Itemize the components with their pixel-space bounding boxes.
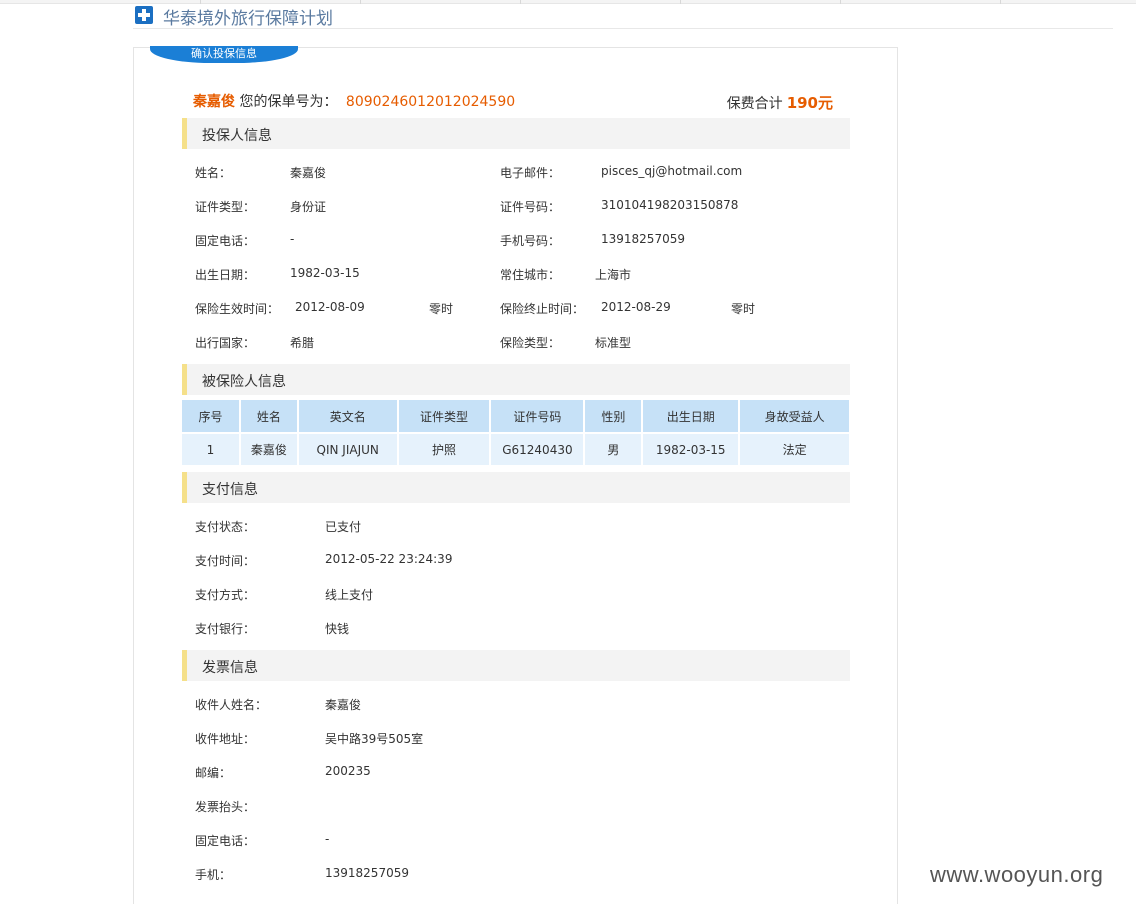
col-header: 英文名 [297, 400, 399, 433]
travel-country-label: 出行国家： [195, 336, 256, 350]
applicant-name: 秦嘉俊 [290, 166, 327, 180]
pay-bank-label: 支付银行： [195, 622, 256, 636]
table-cell: 秦嘉俊 [239, 432, 299, 465]
policy-number-line: 秦嘉俊 您的保单号为： 8090246012012024590 [193, 91, 515, 111]
applicant-idtype: 身份证 [290, 200, 327, 214]
premium-total-label: 保费合计 [726, 96, 783, 112]
section-payment: 支付信息 [182, 472, 850, 503]
medical-plus-icon [135, 6, 153, 24]
applicant-idno: 310104198203150878 [601, 198, 739, 212]
tab-confirm-info[interactable]: 确认投保信息 [150, 46, 298, 63]
policy-no-label: 您的保单号为： [239, 94, 338, 110]
premium-total-amount: 190元 [786, 94, 833, 112]
section-payment-title: 支付信息 [202, 482, 258, 498]
applicant-email: pisces_qj@hotmail.com [601, 164, 743, 178]
insurance-end: 2012-08-29 [601, 300, 671, 314]
pay-method: 线上支付 [325, 588, 374, 602]
invoice-address-label: 收件地址： [195, 732, 256, 746]
section-invoice: 发票信息 [182, 650, 850, 681]
applicant-name-label: 姓名： [195, 166, 232, 180]
table-cell: 男 [584, 432, 644, 465]
invoice-address: 吴中路39号505室 [325, 732, 424, 746]
applicant-city: 上海市 [595, 268, 632, 282]
invoice-mobile-label: 手机： [195, 868, 232, 882]
section-applicant: 投保人信息 [182, 118, 850, 149]
applicant-phone-label: 固定电话： [195, 234, 256, 248]
col-header: 性别 [584, 400, 644, 433]
invoice-title-label: 发票抬头： [195, 800, 256, 814]
table-row: 1 秦嘉俊 QIN JIAJUN 护照 G61240430 男 1982-03-… [182, 432, 851, 465]
col-header: 姓名 [239, 400, 299, 433]
applicant-mobile-label: 手机号码： [500, 234, 561, 248]
pay-status-label: 支付状态： [195, 520, 256, 534]
applicant-birth: 1982-03-15 [290, 266, 360, 280]
invoice-zip-label: 邮编： [195, 766, 232, 780]
holder-name: 秦嘉俊 [193, 94, 235, 110]
col-header: 证件号码 [490, 400, 586, 433]
section-insured: 被保险人信息 [182, 364, 850, 395]
insurance-start-suffix: 零时 [429, 302, 454, 316]
invoice-recipient: 秦嘉俊 [325, 698, 362, 712]
col-header: 序号 [182, 400, 241, 433]
col-header: 身故受益人 [739, 400, 851, 433]
invoice-phone: - [325, 832, 330, 846]
applicant-city-label: 常住城市： [500, 268, 561, 282]
invoice-phone-label: 固定电话： [195, 834, 256, 848]
invoice-zip: 200235 [325, 764, 371, 778]
table-cell: 1 [182, 432, 241, 465]
policy-number: 8090246012012024590 [345, 94, 516, 110]
section-applicant-title: 投保人信息 [202, 128, 272, 144]
insurance-end-label: 保险终止时间： [500, 302, 585, 316]
table-cell: G61240430 [490, 432, 586, 465]
page-header: 华泰境外旅行保障计划 [133, 4, 1113, 29]
pay-status: 已支付 [325, 520, 362, 534]
insurance-start: 2012-08-09 [295, 300, 365, 314]
pay-method-label: 支付方式： [195, 588, 256, 602]
invoice-mobile: 13918257059 [325, 866, 409, 880]
pay-time-label: 支付时间： [195, 554, 256, 568]
applicant-idno-label: 证件号码： [500, 200, 561, 214]
insurance-plan: 标准型 [595, 336, 632, 350]
table-cell: 护照 [397, 432, 492, 465]
invoice-recipient-label: 收件人姓名： [195, 698, 268, 712]
insurance-end-suffix: 零时 [731, 302, 756, 316]
section-insured-title: 被保险人信息 [202, 374, 286, 390]
confirm-panel: 确认投保信息 秦嘉俊 您的保单号为： 8090246012012024590 保… [133, 46, 898, 904]
applicant-birth-label: 出生日期： [195, 268, 256, 282]
insurance-plan-label: 保险类型： [500, 336, 561, 350]
insurance-start-label: 保险生效时间： [195, 302, 280, 316]
col-header: 证件类型 [397, 400, 492, 433]
pay-time: 2012-05-22 23:24:39 [325, 552, 453, 566]
insured-table: 序号 姓名 英文名 证件类型 证件号码 性别 出生日期 身故受益人 1 秦嘉俊 … [182, 400, 851, 465]
applicant-email-label: 电子邮件： [500, 166, 561, 180]
table-cell: 1982-03-15 [642, 432, 741, 465]
applicant-idtype-label: 证件类型： [195, 200, 256, 214]
table-cell: QIN JIAJUN [297, 432, 399, 465]
section-invoice-title: 发票信息 [202, 660, 258, 676]
insured-table-header: 序号 姓名 英文名 证件类型 证件号码 性别 出生日期 身故受益人 [182, 400, 851, 433]
premium-total: 保费合计 190元 [727, 92, 833, 113]
applicant-mobile: 13918257059 [601, 232, 685, 246]
travel-country: 希腊 [290, 336, 315, 350]
pay-bank: 快钱 [325, 622, 350, 636]
table-cell: 法定 [739, 432, 851, 465]
col-header: 出生日期 [642, 400, 741, 433]
watermark: www.wooyun.org [930, 862, 1104, 887]
applicant-phone: - [290, 232, 295, 246]
page-title: 华泰境外旅行保障计划 [163, 9, 333, 29]
